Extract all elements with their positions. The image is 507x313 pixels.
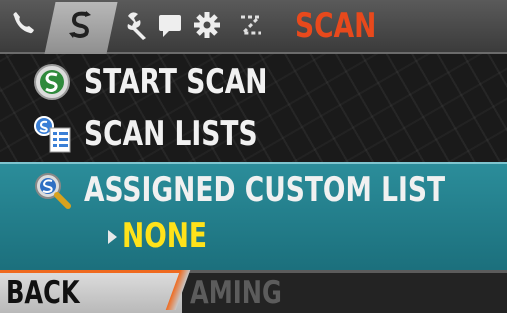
menu-item-label: SCAN LISTS xyxy=(84,114,258,154)
radio-screen: SCAN START SCAN SCAN LISTS ASSIGNED CUST… xyxy=(0,0,507,313)
back-softkey[interactable]: BACK xyxy=(0,270,182,313)
scan-start-icon xyxy=(34,64,70,100)
menu-item-scan-lists[interactable]: SCAN LISTS xyxy=(0,108,507,160)
menu-item-label: START SCAN xyxy=(84,62,268,102)
softkey-bar: AMING BACK xyxy=(0,270,507,313)
softkey-right[interactable]: AMING xyxy=(178,270,507,313)
zone-icon[interactable] xyxy=(234,8,268,42)
menu-item-start-scan[interactable]: START SCAN xyxy=(0,56,507,108)
gear-icon[interactable] xyxy=(190,8,224,42)
caret-right-icon xyxy=(108,230,117,244)
scan-search-icon xyxy=(35,173,71,209)
softkey-right-label: AMING xyxy=(190,275,282,311)
menu-item-label: ASSIGNED CUSTOM LIST xyxy=(84,170,446,210)
message-icon[interactable] xyxy=(154,8,188,42)
phone-icon[interactable] xyxy=(8,8,42,42)
wrench-icon[interactable] xyxy=(120,8,154,42)
back-softkey-label: BACK xyxy=(6,275,80,311)
scan-tab-icon[interactable] xyxy=(64,8,98,42)
assigned-list-value: NONE xyxy=(122,216,208,256)
menu-item-assigned-custom-list[interactable]: ASSIGNED CUSTOM LIST xyxy=(0,162,507,278)
top-tab-bar: SCAN xyxy=(0,0,507,54)
page-title: SCAN xyxy=(295,6,377,46)
scan-list-icon xyxy=(34,116,71,153)
